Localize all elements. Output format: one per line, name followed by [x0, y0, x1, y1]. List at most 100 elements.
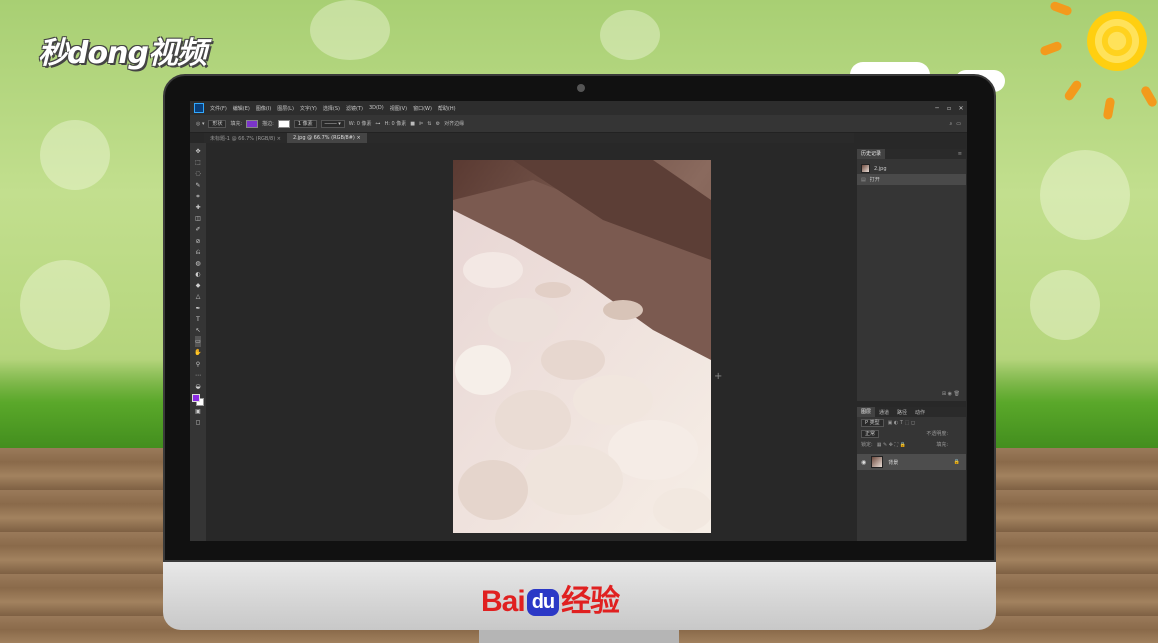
- lasso-tool-icon[interactable]: ◌: [195, 168, 200, 179]
- screen-mode-icon[interactable]: ◻: [196, 417, 201, 428]
- petals-photo: [453, 160, 711, 533]
- fill-label: 填充:: [936, 442, 948, 448]
- tab-channels[interactable]: 通道: [875, 409, 893, 416]
- type-tool-icon[interactable]: T: [196, 314, 200, 325]
- tab-close-icon[interactable]: ×: [277, 136, 281, 142]
- foreground-color[interactable]: [192, 394, 200, 403]
- tab-untitled-1[interactable]: 未标题-1 @ 66.7% (RGB/8) ×: [204, 133, 287, 143]
- eyedropper-tool-icon[interactable]: ✚: [195, 202, 200, 213]
- menu-help[interactable]: 帮助(H): [438, 105, 456, 112]
- document-tabs: 未标题-1 @ 66.7% (RGB/8) × 2.jpg @ 66.7% (R…: [204, 133, 854, 143]
- align-edges-checkbox[interactable]: 对齐边缘: [444, 120, 464, 127]
- path-alignment-icon[interactable]: ⊫: [419, 121, 423, 127]
- blur-tool-icon[interactable]: ◆: [196, 280, 201, 291]
- lock-icons[interactable]: ▦ ✎ ✥ ⛶ 🔒: [877, 442, 906, 448]
- maximize-icon[interactable]: ▫: [943, 105, 955, 112]
- hand-tool-icon[interactable]: ✋: [194, 347, 201, 358]
- monitor-stand: [479, 630, 679, 643]
- document-image-flower-petals[interactable]: [453, 160, 711, 533]
- fill-color-swatch[interactable]: [246, 119, 259, 128]
- layers-panel-tabs: 图层 通道 路径 动作: [857, 407, 966, 417]
- quick-select-tool-icon[interactable]: ✎: [195, 180, 200, 191]
- menu-file[interactable]: 文件(F): [210, 105, 227, 112]
- minimize-icon[interactable]: ─: [931, 105, 943, 112]
- menu-image[interactable]: 图像(I): [256, 105, 271, 112]
- bokeh-light: [310, 0, 390, 60]
- healing-brush-tool-icon[interactable]: ◫: [195, 213, 201, 224]
- grass-left: [0, 360, 165, 455]
- menu-3d[interactable]: 3D(D): [369, 105, 384, 111]
- zoom-tool-icon[interactable]: ⚲: [196, 359, 200, 370]
- menu-edit[interactable]: 编辑(E): [233, 105, 250, 112]
- crosshair-cursor-icon: +: [714, 371, 723, 382]
- dodge-tool-icon[interactable]: △: [196, 291, 201, 302]
- bokeh-light: [1040, 150, 1130, 240]
- gradient-tool-icon[interactable]: ◐: [195, 269, 200, 280]
- menu-window[interactable]: 窗口(W): [413, 105, 432, 112]
- layer-filter-row[interactable]: P 类型 ▣ ◐ T ⬚ ◻: [857, 417, 966, 428]
- move-tool-icon[interactable]: ✥: [195, 146, 200, 157]
- tab-history[interactable]: 历史记录: [857, 149, 886, 159]
- path-select-tool-icon[interactable]: ↖: [195, 325, 200, 336]
- layer-thumbnail: [871, 456, 884, 468]
- history-panel: 历史记录 ≡ 2.jpg ▤ 打开 ⊞ ◉ 🗑: [857, 149, 966, 401]
- history-footer-icons[interactable]: ⊞ ◉ 🗑: [942, 391, 960, 397]
- close-icon[interactable]: ✕: [955, 105, 967, 112]
- tool-preset-icon[interactable]: ◎ ▾: [196, 121, 204, 127]
- tab-paths[interactable]: 路径: [893, 409, 911, 416]
- marquee-tool-icon[interactable]: ⬚: [195, 157, 201, 168]
- tab-layers[interactable]: 图层: [857, 407, 876, 417]
- monitor-chin: Bai du 经验: [163, 562, 996, 630]
- options-bar: ◎ ▾ 形状 填充: 描边: 1 像素 ──── ▾ W: 0 像素 ⊶ H: …: [190, 115, 967, 133]
- path-operations-icon[interactable]: ■: [410, 121, 415, 127]
- tab-2-jpg[interactable]: 2.jpg @ 66.7% (RGB/8#) ×: [286, 133, 367, 143]
- photoshop-logo-icon: [194, 103, 204, 113]
- tools-panel: ✥ ⬚ ◌ ✎ ⌗ ✚ ◫ ✐ ⊘ ⎌ ◍ ◐ ◆ △ ✒ T ↖ ▭ ✋ ⚲ …: [190, 143, 206, 541]
- stroke-type-select[interactable]: ──── ▾: [320, 119, 345, 128]
- blend-row: 正常 不透明度:: [857, 428, 966, 439]
- path-arrangement-icon[interactable]: ⇅: [427, 121, 431, 127]
- snapshot-thumbnail: [861, 164, 870, 173]
- clone-stamp-tool-icon[interactable]: ⊘: [195, 236, 200, 247]
- quick-mask-icon[interactable]: ▣: [195, 406, 201, 417]
- layer-filter-select[interactable]: P 类型: [861, 418, 884, 427]
- history-snapshot[interactable]: 2.jpg: [857, 163, 966, 174]
- layer-background[interactable]: ◉ 背景 🔒: [857, 454, 966, 470]
- eye-icon[interactable]: ◉: [861, 459, 866, 466]
- canvas-area[interactable]: +: [206, 143, 857, 541]
- swap-colors-icon[interactable]: ◒: [195, 381, 200, 392]
- bokeh-light: [600, 10, 660, 60]
- menu-select[interactable]: 选择(S): [323, 105, 340, 112]
- eraser-tool-icon[interactable]: ◍: [195, 258, 200, 269]
- history-item-open[interactable]: ▤ 打开: [857, 174, 966, 185]
- opacity-label: 不透明度:: [926, 431, 948, 437]
- workspace-icon[interactable]: ▭: [956, 121, 961, 127]
- mode-select[interactable]: 形状: [208, 119, 227, 128]
- history-state-icon: ▤: [861, 176, 866, 183]
- color-swatches[interactable]: [192, 394, 204, 407]
- menu-type[interactable]: 文字(Y): [300, 105, 317, 112]
- pen-tool-icon[interactable]: ✒: [195, 303, 200, 314]
- bokeh-light: [1030, 270, 1100, 340]
- tab-close-icon[interactable]: ×: [356, 135, 360, 141]
- link-icon[interactable]: ⊶: [375, 121, 380, 127]
- gear-icon[interactable]: ⚙: [436, 121, 440, 127]
- tab-actions[interactable]: 动作: [911, 409, 929, 416]
- search-icon[interactable]: ⌕: [949, 121, 952, 127]
- height-field[interactable]: H: 0 像素: [384, 120, 406, 127]
- brush-tool-icon[interactable]: ✐: [195, 224, 200, 235]
- history-brush-tool-icon[interactable]: ⎌: [196, 247, 201, 258]
- blend-mode-select[interactable]: 正常: [861, 429, 880, 438]
- menu-view[interactable]: 视图(V): [390, 105, 407, 112]
- panel-menu-icon[interactable]: ≡: [958, 151, 962, 157]
- stroke-color-swatch[interactable]: [277, 119, 290, 128]
- menu-filter[interactable]: 滤镜(T): [346, 105, 363, 112]
- filter-icons[interactable]: ▣ ◐ T ⬚ ◻: [888, 420, 915, 426]
- crop-tool-icon[interactable]: ⌗: [196, 191, 199, 202]
- menu-bar: 文件(F) 编辑(E) 图像(I) 图层(L) 文字(Y) 选择(S) 滤镜(T…: [190, 101, 967, 115]
- stroke-width-field[interactable]: 1 像素: [293, 119, 317, 128]
- width-field[interactable]: W: 0 像素: [349, 120, 372, 127]
- shape-tool-icon[interactable]: ▭: [195, 336, 201, 348]
- more-tools-icon[interactable]: ⋯: [195, 370, 201, 381]
- menu-layer[interactable]: 图层(L): [277, 105, 294, 112]
